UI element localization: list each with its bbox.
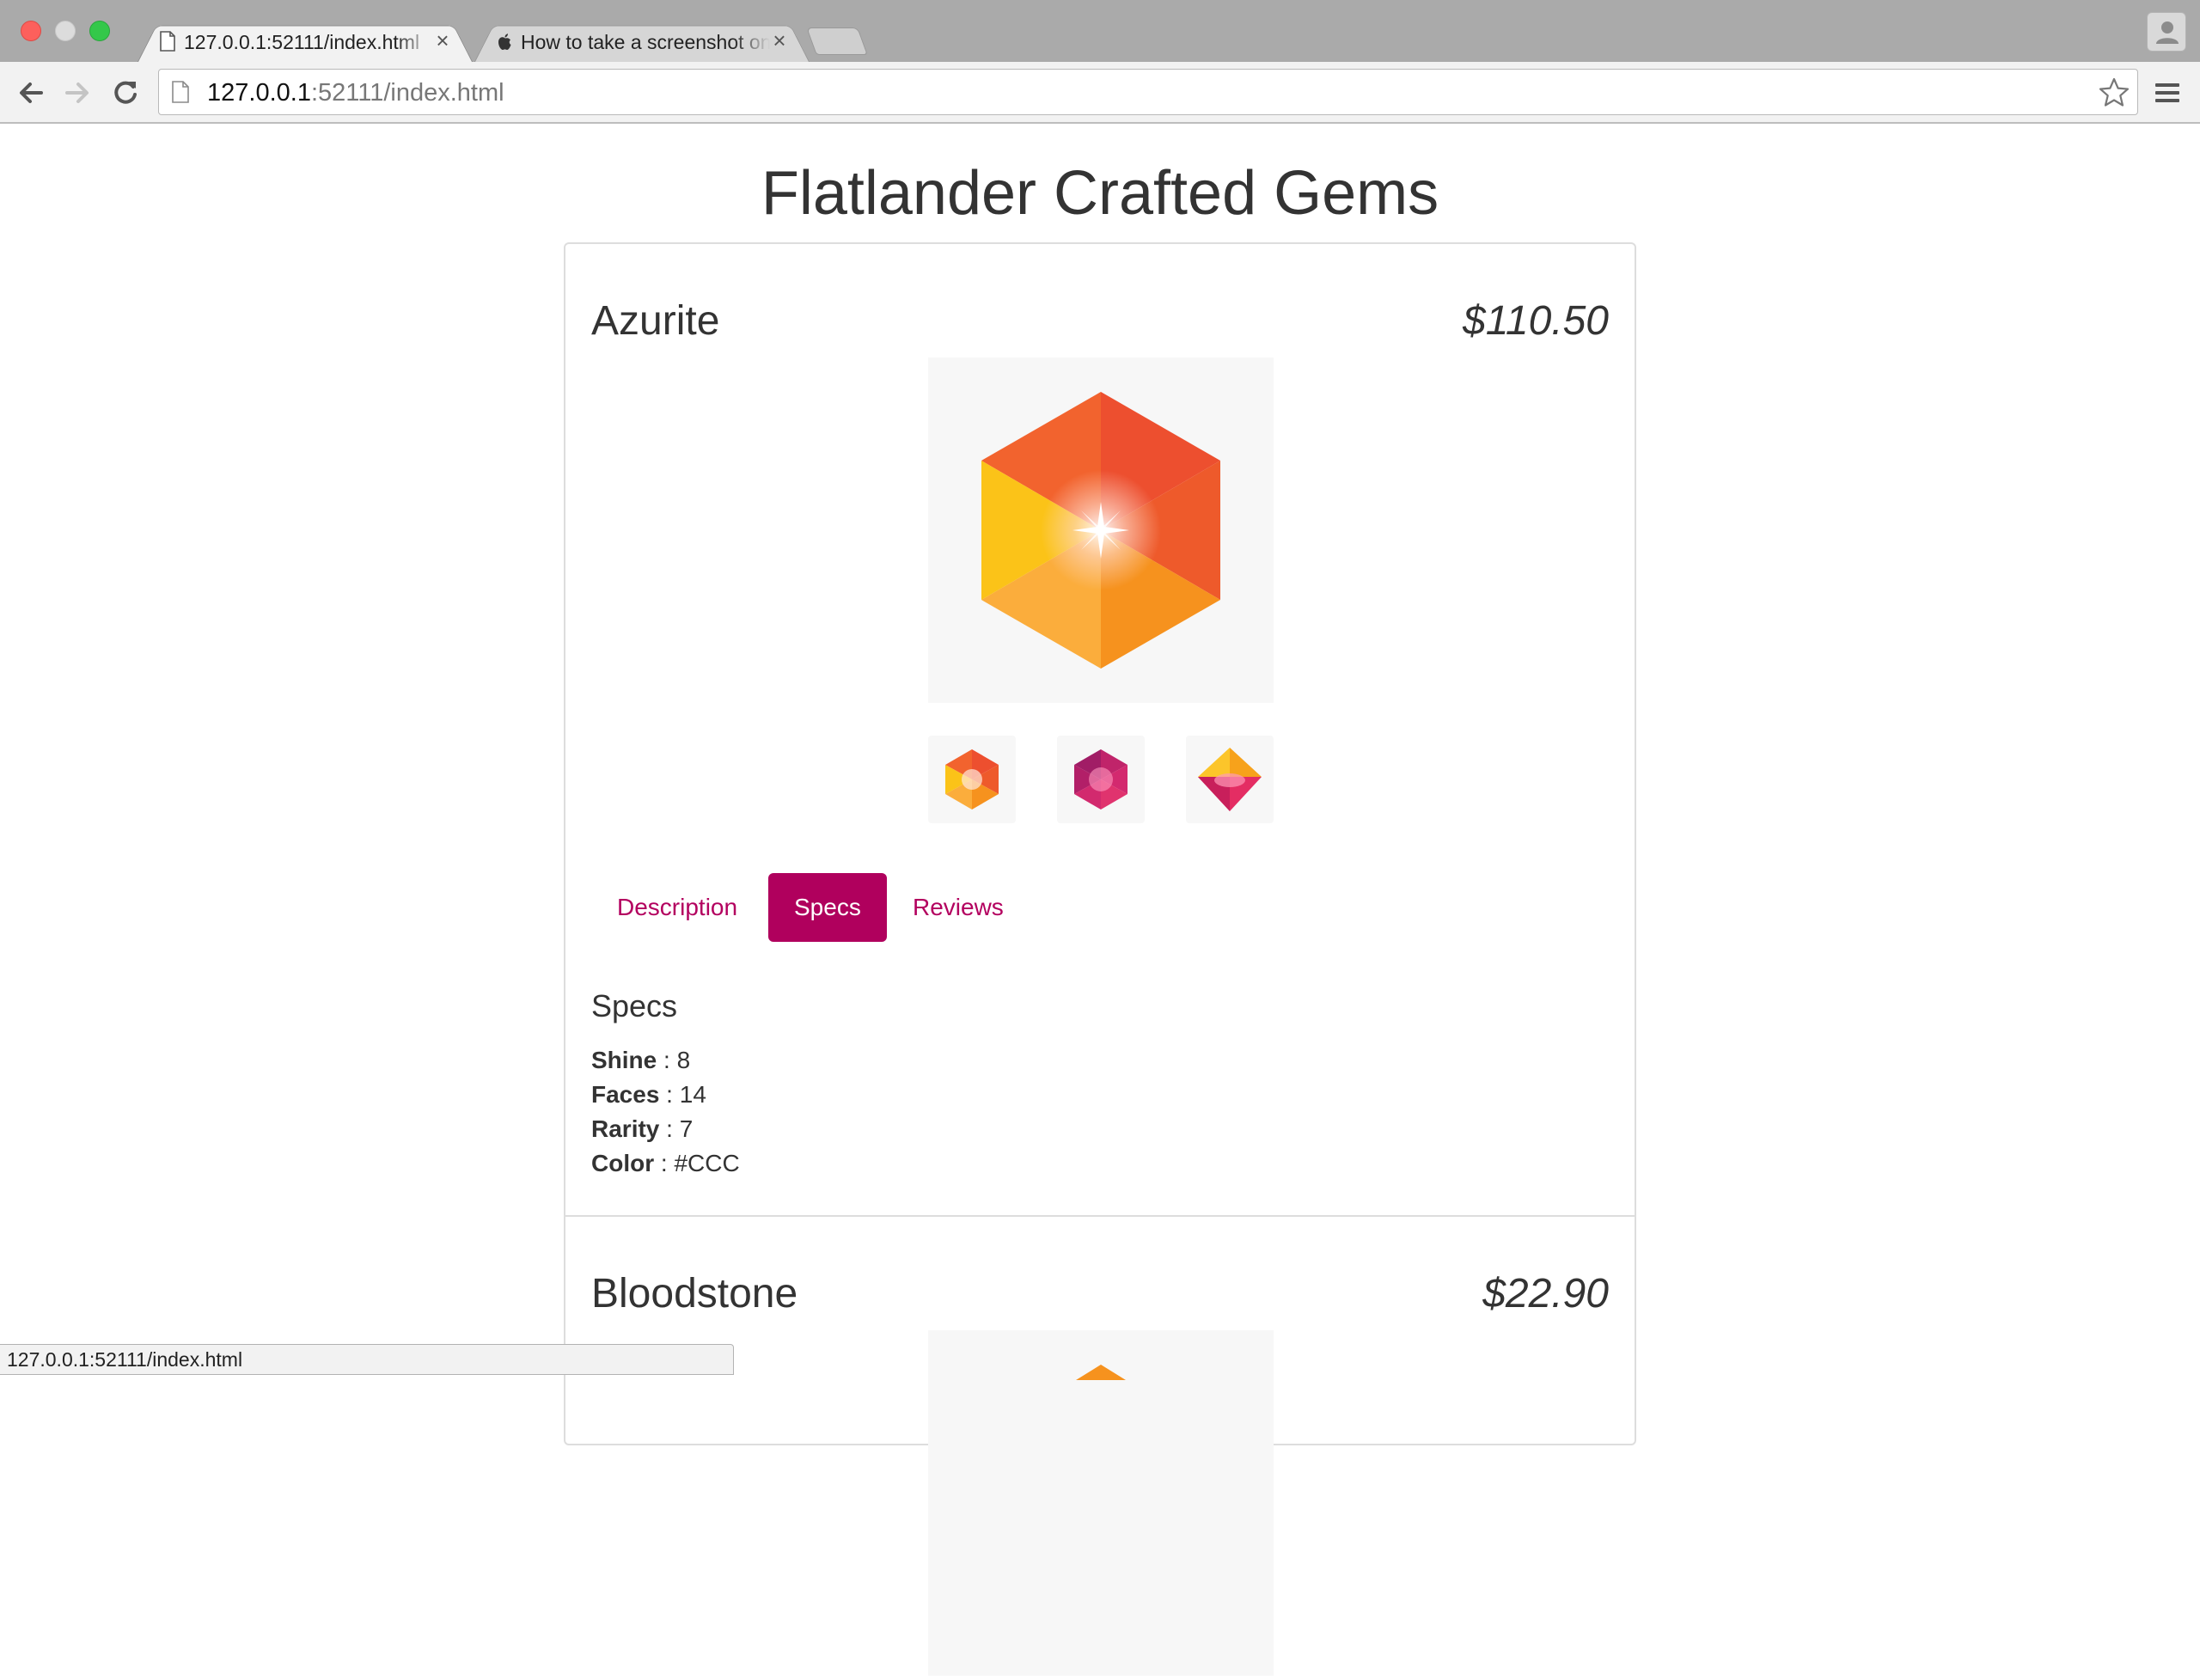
status-url-bubble: 127.0.0.1:52111/index.html bbox=[0, 1344, 734, 1375]
spec-value: 7 bbox=[679, 1115, 694, 1142]
gem-thumbnail-image bbox=[945, 749, 999, 809]
spec-separator: : bbox=[657, 1047, 677, 1073]
spec-rarity: Rarity : 7 bbox=[591, 1112, 693, 1146]
spec-color: Color : #CCC bbox=[591, 1146, 740, 1181]
tab-title: How to take a screenshot on your Mac bbox=[521, 31, 770, 53]
address-bar[interactable]: 127.0.0.1:52111/index.html bbox=[158, 69, 2138, 115]
spec-value: 8 bbox=[676, 1047, 691, 1073]
spec-separator: : bbox=[654, 1150, 675, 1176]
product-name: Bloodstone bbox=[591, 1271, 798, 1317]
spec-value: #CCC bbox=[674, 1150, 740, 1176]
product-price: $110.50 bbox=[1463, 298, 1609, 344]
tab-title: 127.0.0.1:52111/index.html bbox=[184, 31, 420, 53]
new-tab-button[interactable] bbox=[806, 27, 868, 55]
page-icon bbox=[160, 31, 175, 52]
menu-icon[interactable] bbox=[2152, 77, 2183, 108]
spec-faces: Faces : 14 bbox=[591, 1078, 706, 1112]
spec-label: Faces bbox=[591, 1081, 660, 1108]
forward-icon[interactable] bbox=[58, 74, 96, 112]
spec-shine: Shine : 8 bbox=[591, 1043, 690, 1078]
gem-image bbox=[1076, 1365, 1126, 1380]
browser-tab-screenshot[interactable]: How to take a screenshot on your Mac × bbox=[474, 21, 810, 62]
close-tab-icon[interactable]: × bbox=[431, 29, 454, 52]
close-tab-icon[interactable]: × bbox=[768, 29, 791, 52]
apple-icon bbox=[498, 34, 511, 50]
window-close-button[interactable] bbox=[21, 21, 41, 41]
browser-tab-index[interactable]: 127.0.0.1:52111/index.html × bbox=[138, 21, 473, 62]
gem-thumbnail-image bbox=[1198, 748, 1262, 811]
window-zoom-button[interactable] bbox=[89, 21, 110, 41]
browser-toolbar: 127.0.0.1:52111/index.html bbox=[0, 62, 2200, 124]
product-list: Azurite $110.50 Description Specs Review… bbox=[564, 242, 1636, 1676]
spec-value: 14 bbox=[679, 1081, 706, 1108]
gem-thumbnail-image bbox=[1074, 749, 1128, 809]
specs-heading: Specs bbox=[591, 988, 678, 1023]
tab-reviews[interactable]: Reviews bbox=[887, 873, 1030, 942]
product-main-image bbox=[928, 1330, 1274, 1676]
profile-button[interactable] bbox=[2147, 12, 2186, 52]
person-icon bbox=[2156, 21, 2179, 44]
gem-thumbnail[interactable] bbox=[1186, 736, 1274, 823]
bookmark-star-icon[interactable] bbox=[2098, 76, 2130, 109]
product-price: $22.90 bbox=[1482, 1271, 1609, 1317]
spec-label: Color bbox=[591, 1150, 655, 1176]
tab-specs[interactable]: Specs bbox=[768, 873, 887, 942]
back-icon[interactable] bbox=[12, 74, 50, 112]
window-minimize-button[interactable] bbox=[55, 21, 76, 41]
tab-description[interactable]: Description bbox=[591, 873, 763, 942]
spec-separator: : bbox=[659, 1115, 680, 1142]
gem-image bbox=[981, 392, 1220, 669]
gem-thumbnail[interactable] bbox=[1057, 736, 1145, 823]
product-main-image bbox=[928, 357, 1274, 703]
reload-icon[interactable] bbox=[107, 74, 144, 112]
spec-separator: : bbox=[659, 1081, 680, 1108]
browser-tabstrip: 127.0.0.1:52111/index.html × How to take… bbox=[0, 0, 2200, 62]
address-path: :52111/index.html bbox=[310, 79, 504, 107]
product-card: Azurite $110.50 Description Specs Review… bbox=[565, 244, 1635, 1215]
address-host: 127.0.0.1 bbox=[207, 79, 311, 107]
address-url: 127.0.0.1:52111/index.html bbox=[207, 70, 504, 116]
spec-label: Rarity bbox=[591, 1115, 660, 1142]
gem-thumbnail[interactable] bbox=[928, 736, 1016, 823]
product-name: Azurite bbox=[591, 298, 720, 344]
page-title: Flatlander Crafted Gems bbox=[761, 159, 1439, 228]
spec-label: Shine bbox=[591, 1047, 657, 1073]
page-icon bbox=[172, 81, 189, 103]
